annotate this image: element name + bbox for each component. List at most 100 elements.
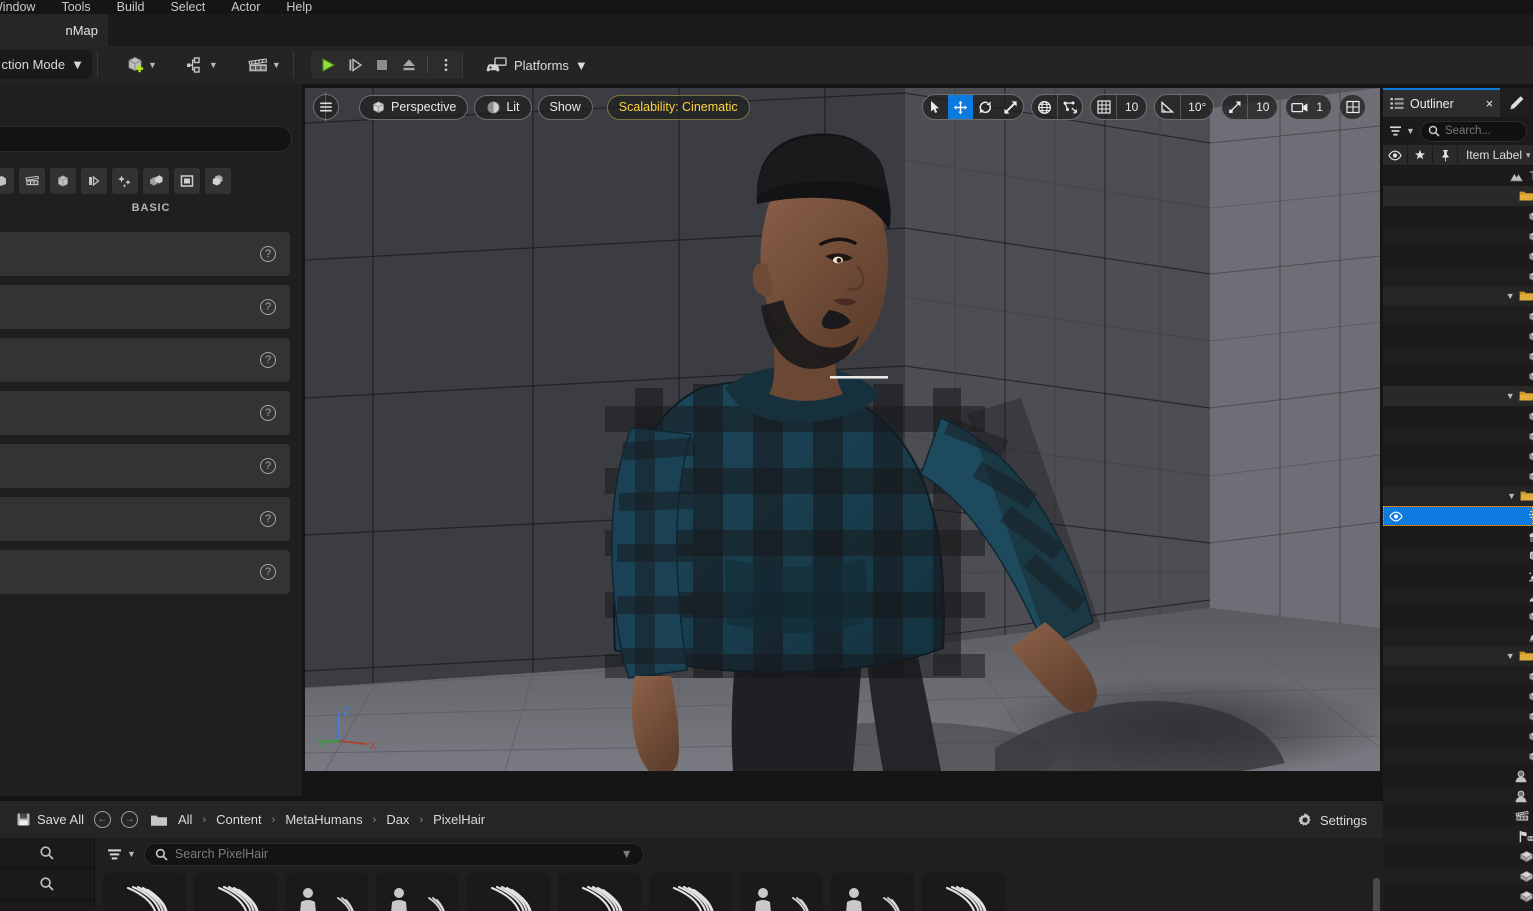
outliner-row[interactable]: S	[1383, 706, 1533, 726]
select-tool-button[interactable]	[923, 95, 948, 119]
sources-search-button-1[interactable]	[0, 838, 94, 869]
outliner-row[interactable]: S	[1383, 606, 1533, 626]
outliner-row[interactable]: S	[1383, 346, 1533, 366]
help-icon[interactable]: ?	[260, 299, 276, 315]
skip-button[interactable]	[344, 54, 366, 76]
content-browser-filter-button[interactable]: ▼	[107, 848, 136, 861]
column-visibility[interactable]	[1383, 144, 1408, 166]
tab-level-map[interactable]: nMap	[0, 14, 108, 46]
eject-button[interactable]	[398, 54, 420, 76]
column-item-label[interactable]: Item Label ▾	[1458, 148, 1533, 162]
outliner-row[interactable]: E	[1383, 526, 1533, 546]
place-actor-item[interactable]: ?	[0, 232, 290, 276]
outliner-filter-button[interactable]: ▼	[1389, 125, 1415, 137]
tab-details[interactable]	[1500, 88, 1533, 117]
expand-arrow-icon[interactable]: ▼	[1506, 291, 1515, 301]
help-icon[interactable]: ?	[260, 246, 276, 262]
category-visual-effects[interactable]	[112, 168, 138, 194]
camera-speed-toggle[interactable]	[1286, 95, 1314, 119]
scale-snap-value[interactable]: 10	[1247, 95, 1277, 119]
blueprints-button[interactable]: ▼	[181, 51, 222, 79]
outliner-row[interactable]: S	[1383, 446, 1533, 466]
play-options-button[interactable]	[435, 54, 457, 76]
outliner-row[interactable]: Third	[1383, 166, 1533, 186]
column-favorite[interactable]	[1408, 144, 1433, 166]
category-all-classes[interactable]	[205, 168, 231, 194]
place-actor-item[interactable]: ?	[0, 391, 290, 435]
save-all-button[interactable]: Save All	[16, 812, 84, 827]
level-viewport[interactable]: Perspective Lit Show Scalability: Cinema…	[305, 88, 1380, 771]
expand-arrow-icon[interactable]: ▼	[1506, 651, 1515, 661]
outliner-row[interactable]: S	[1383, 686, 1533, 706]
viewport-menu-button[interactable]	[313, 94, 339, 120]
back-button[interactable]: ←	[93, 811, 111, 828]
outliner-row[interactable]: S	[1383, 586, 1533, 606]
breadcrumb-content[interactable]: Content	[216, 812, 262, 827]
surface-snapping-button[interactable]	[1057, 95, 1082, 119]
breadcrumb-dax[interactable]: Dax	[386, 812, 409, 827]
asset-thumbnail[interactable]	[831, 873, 914, 911]
outliner-row[interactable]: S	[1383, 746, 1533, 766]
world-coordinates-button[interactable]	[1032, 95, 1057, 119]
place-actor-item[interactable]: ?	[0, 338, 290, 382]
forward-button[interactable]: →	[120, 811, 138, 828]
help-icon[interactable]: ?	[260, 405, 276, 421]
menu-item-window[interactable]: Window	[0, 0, 48, 14]
viewport-viewmode-dropdown[interactable]: Lit	[474, 94, 532, 120]
content-browser-asset-grid[interactable]	[95, 870, 1383, 911]
grid-snap-toggle[interactable]	[1091, 95, 1116, 119]
cinematics-button[interactable]: ▼	[242, 51, 285, 79]
camera-speed-value[interactable]: 1	[1314, 95, 1331, 119]
add-content-button[interactable]: ▼	[120, 51, 161, 79]
help-icon[interactable]: ?	[260, 564, 276, 580]
breadcrumb-all[interactable]: All	[178, 812, 192, 827]
category-geometry[interactable]	[143, 168, 169, 194]
angle-snap-value[interactable]: 10°	[1180, 95, 1213, 119]
content-browser-search-input[interactable]: Search PixelHair ▼	[143, 842, 644, 866]
outliner-row[interactable]: S	[1383, 226, 1533, 246]
platforms-dropdown[interactable]: Platforms ▼	[478, 51, 596, 79]
outliner-row[interactable]: S	[1383, 246, 1533, 266]
expand-arrow-icon[interactable]: ▼	[1506, 391, 1515, 401]
content-browser-settings-button[interactable]: Settings	[1297, 801, 1367, 839]
expand-arrow-icon[interactable]: ▼	[1507, 491, 1516, 501]
category-recent[interactable]	[0, 168, 14, 194]
scale-snap-toggle[interactable]	[1222, 95, 1247, 119]
outliner-row[interactable]: BP_	[1383, 786, 1533, 806]
asset-thumbnail[interactable]	[740, 873, 823, 911]
scale-tool-button[interactable]	[998, 95, 1023, 119]
menu-item-actor[interactable]: Actor	[218, 0, 273, 14]
outliner-row[interactable]: SM	[1383, 846, 1533, 866]
outliner-row[interactable]: ▼Blo	[1383, 286, 1533, 306]
asset-thumbnail[interactable]	[922, 873, 1005, 911]
asset-thumbnail[interactable]	[558, 873, 641, 911]
category-volumes[interactable]	[174, 168, 200, 194]
place-actor-item[interactable]: ?	[0, 497, 290, 541]
menu-item-build[interactable]: Build	[104, 0, 158, 14]
angle-snap-toggle[interactable]	[1155, 95, 1180, 119]
place-actors-search-input[interactable]	[0, 126, 292, 152]
stop-button[interactable]	[371, 54, 393, 76]
place-actor-item[interactable]: ?	[0, 550, 290, 594]
selection-mode-dropdown[interactable]: ction Mode ▼	[0, 50, 92, 79]
asset-thumbnail[interactable]	[376, 873, 459, 911]
outliner-row[interactable]: BP_	[1383, 766, 1533, 786]
outliner-row[interactable]: Pla	[1383, 826, 1533, 846]
viewport-scene[interactable]	[305, 88, 1380, 771]
outliner-row[interactable]: S	[1383, 206, 1533, 226]
outliner-row[interactable]: P	[1383, 546, 1533, 566]
menu-item-help[interactable]: Help	[273, 0, 325, 14]
outliner-row[interactable]: Blo	[1383, 186, 1533, 206]
help-icon[interactable]: ?	[260, 458, 276, 474]
outliner-row[interactable]: SM	[1383, 866, 1533, 886]
viewport-perspective-dropdown[interactable]: Perspective	[359, 94, 469, 120]
category-cinematic[interactable]	[19, 168, 45, 194]
outliner-row[interactable]: S	[1383, 406, 1533, 426]
outliner-row[interactable]: S	[1383, 266, 1533, 286]
outliner-row[interactable]: V	[1383, 626, 1533, 646]
viewport-scalability-warning[interactable]: Scalability: Cinematic	[606, 94, 750, 120]
move-tool-button[interactable]	[948, 95, 974, 119]
rotate-tool-button[interactable]	[973, 95, 998, 119]
close-icon[interactable]: ×	[1486, 97, 1493, 111]
outliner-row[interactable]: S	[1383, 326, 1533, 346]
